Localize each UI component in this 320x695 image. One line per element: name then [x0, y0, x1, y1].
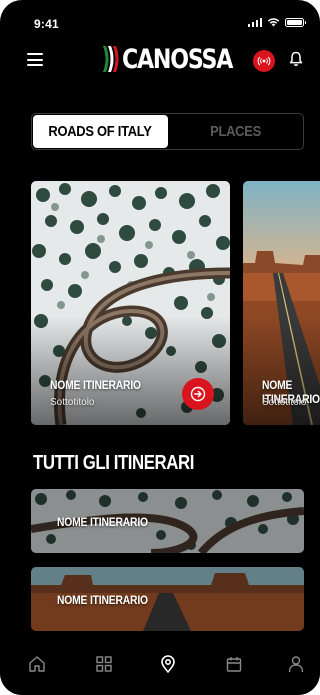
status-icons	[247, 17, 306, 27]
logo-flag-mark	[103, 46, 119, 72]
category-segmented-control: ROADS OF ITALY PLACES	[31, 113, 304, 150]
itinerary-list-item[interactable]: NOME ITINERARIO	[31, 567, 304, 631]
featured-card-subtitle: Sottotitolo	[50, 397, 95, 408]
brand-logo: CANOSSA	[100, 42, 256, 76]
itinerary-list-item[interactable]: NOME ITINERARIO	[31, 489, 304, 553]
calendar-icon[interactable]	[223, 653, 245, 675]
live-broadcast-icon[interactable]	[253, 50, 275, 72]
app-header: CANOSSA	[0, 36, 320, 86]
tab-roads-of-italy-label: ROADS OF ITALY	[48, 123, 152, 140]
itinerary-list-item-title: NOME ITINERARIO	[57, 515, 148, 529]
featured-card-subtitle: Sottotitolo	[262, 397, 307, 408]
status-time: 9:41	[34, 17, 59, 31]
home-icon[interactable]	[26, 653, 48, 675]
arrow-right-icon[interactable]	[182, 378, 214, 410]
section-heading-all-itineraries: TUTTI GLI ITINERARI	[33, 452, 194, 474]
app-screen: 9:41 CANOSSA ROADS OF ITALY PLACES NOME …	[0, 0, 320, 695]
tab-places[interactable]: PLACES	[169, 114, 304, 149]
featured-itinerary-card[interactable]: NOME ITINERARIO Sottotitolo	[243, 181, 320, 425]
featured-card-title: NOME ITINERARIO	[50, 378, 141, 392]
map-pin-icon[interactable]	[157, 653, 179, 675]
wifi-icon	[267, 18, 280, 27]
tab-roads-of-italy[interactable]: ROADS OF ITALY	[33, 115, 168, 148]
tab-places-label: PLACES	[210, 123, 262, 140]
bell-icon[interactable]	[289, 51, 303, 67]
hamburger-menu-icon[interactable]	[27, 53, 43, 66]
logo-text: CANOSSA	[122, 43, 233, 75]
status-bar: 9:41	[0, 0, 320, 36]
bottom-tab-bar	[0, 636, 320, 695]
grid-icon[interactable]	[93, 653, 115, 675]
user-icon[interactable]	[285, 653, 307, 675]
itinerary-list-item-title: NOME ITINERARIO	[57, 593, 148, 607]
battery-icon	[285, 17, 306, 27]
cellular-signal-icon	[247, 17, 262, 27]
featured-itinerary-card[interactable]: NOME ITINERARIO Sottotitolo	[31, 181, 230, 425]
